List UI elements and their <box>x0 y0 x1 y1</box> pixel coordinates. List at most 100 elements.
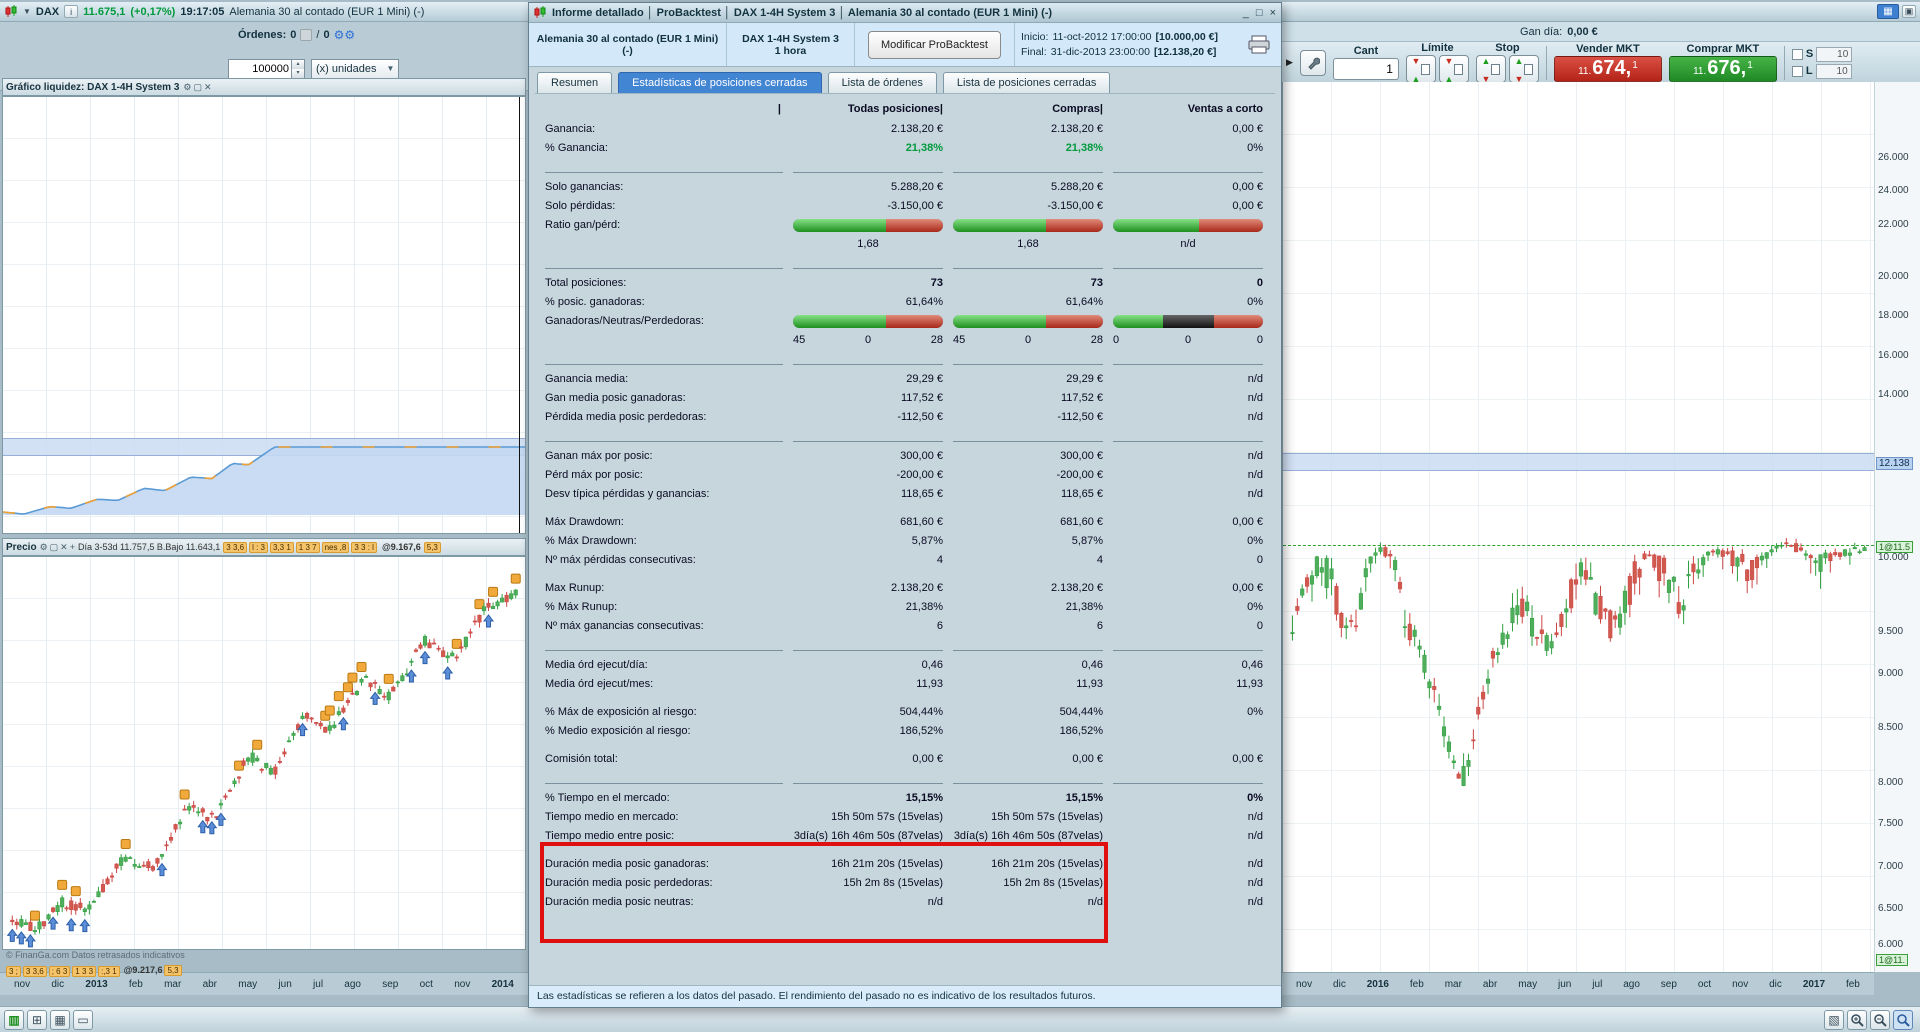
stat-value: 16h 21m 20s (15velas) <box>991 858 1103 870</box>
stat-row: Nº máx pérdidas consecutivas: 4 4 0 <box>545 551 1263 570</box>
tab-estad-sticas-de-posiciones-cerradas[interactable]: Estadísticas de posiciones cerradas <box>618 72 822 93</box>
stat-row: Desv típica pérdidas y ganancias: 118,65 … <box>545 485 1263 504</box>
wrench-icon[interactable]: ⚙ <box>183 82 191 93</box>
table-icon[interactable]: ▦ <box>50 1009 70 1030</box>
spin-arrows[interactable]: ▴ ▾ <box>291 59 304 78</box>
zoom-out-icon[interactable] <box>1870 1009 1890 1030</box>
date-tick: sep <box>1660 978 1677 990</box>
marker-chip: :,3 1 <box>98 966 120 977</box>
orders-row: Órdenes: 0 / 0 ⚙⚙ <box>0 22 528 47</box>
stat-label: Duración media posic neutras: <box>545 896 694 908</box>
orders-icon[interactable] <box>300 28 313 41</box>
buy-market-button[interactable]: 11. 676, 1 <box>1668 56 1777 82</box>
stat-label: Ganadoras/Neutras/Perdedoras: <box>545 315 704 327</box>
limit-buy-order-button[interactable]: ▼ ▲ <box>1405 55 1436 84</box>
date-tick: jun <box>1558 978 1572 990</box>
tab-lista-de-posiciones-cerradas[interactable]: Lista de posiciones cerradas <box>942 72 1111 93</box>
chevron-down-icon: ▼ <box>386 64 395 73</box>
chart-icon[interactable]: ▥ <box>4 1009 24 1030</box>
inicio-label: Inicio: <box>1021 30 1049 43</box>
modify-probacktest-button[interactable]: Modificar ProBacktest <box>868 30 1001 59</box>
sell-market-button[interactable]: 11. 674, 1 <box>1553 56 1662 82</box>
limit-points-input[interactable] <box>1815 63 1852 79</box>
search-icon[interactable] <box>1893 1009 1913 1030</box>
stat-value: 15,15% <box>1065 792 1103 804</box>
stat-row: Media órd ejecut/mes: 11,93 11,93 11,93 <box>545 675 1263 694</box>
stat-row: % Máx de exposición al riesgo: 504,44% 504… <box>545 703 1263 722</box>
close-button[interactable]: × <box>1270 7 1276 19</box>
report-instrument: Alemania 30 al contado (EUR 1 Mini) (-) <box>529 23 727 66</box>
left-candles-svg <box>6 573 521 948</box>
close-icon[interactable]: ✕ <box>204 82 212 93</box>
info-icon[interactable]: i <box>64 5 79 18</box>
stop-sell-order-button[interactable]: ▲ ▼ <box>1508 55 1539 84</box>
order-entry-bar: ▶ Cant Límite ▼▲ ▼▲ Stop ▲▼ ▲▼ <box>1282 42 1920 84</box>
date-tick: may <box>1518 978 1538 990</box>
tab-lista-de-rdenes[interactable]: Lista de órdenes <box>827 72 937 93</box>
wrench-icon[interactable]: ⚙ <box>40 542 48 553</box>
dialog-titlebar[interactable]: Informe detallado │ ProBacktest │ DAX 1-… <box>529 3 1281 23</box>
collapse-arrow-icon[interactable]: ▶ <box>1286 57 1293 68</box>
stat-value: 15,15% <box>905 792 943 804</box>
layers-icon[interactable]: ▧ <box>1824 1009 1844 1030</box>
stat-value: -3.150,00 € <box>887 200 943 212</box>
price-at-chip: 5,3 <box>423 541 441 553</box>
symbol-label[interactable]: DAX <box>36 6 59 18</box>
ohlc-info: Día 3-53d 11.757,5 B.Bajo 11.643,1 <box>77 542 221 552</box>
grid-view-icon[interactable]: ▦ <box>1877 4 1899 19</box>
stat-value: -112,50 € <box>897 411 943 423</box>
equity-curve-chart[interactable] <box>2 96 526 534</box>
stat-row: Duración media posic ganadoras: 16h 21m 2… <box>545 855 1263 874</box>
label-column-header: | <box>777 103 781 115</box>
stat-label: Media órd ejecut/mes: <box>545 678 654 690</box>
final-datetime: 31-dic-2013 23:00:00 <box>1050 45 1150 58</box>
stat-row: Comisión total: 0,00 € 0,00 € 0,00 € <box>545 750 1263 769</box>
price-panel-title: Precio <box>6 541 37 553</box>
minimize-button[interactable]: _ <box>1243 7 1249 19</box>
gear-icon[interactable]: ⚙⚙ <box>334 28 356 42</box>
order-quantity-input[interactable] <box>1332 58 1399 80</box>
tab-resumen[interactable]: Resumen <box>537 72 613 93</box>
limit-checkbox[interactable] <box>1791 65 1803 77</box>
window-icon[interactable]: ▢ <box>50 542 59 553</box>
section-divider <box>545 436 1263 447</box>
printer-icon[interactable] <box>1248 35 1272 55</box>
quantity-input[interactable] <box>229 59 291 78</box>
stat-value: 15h 50m 57s (15velas) <box>991 811 1103 823</box>
order-settings-button[interactable] <box>1299 49 1326 76</box>
stat-value: 73 <box>1090 277 1103 289</box>
stat-section: Ganancia media: 29,29 €29,29 € n/d Gan medi… <box>545 370 1263 427</box>
left-candlestick-chart[interactable] <box>2 556 526 950</box>
stat-value: 0,46 <box>1081 659 1103 671</box>
final-capital: [12.138,20 €] <box>1153 45 1217 58</box>
monitor-icon[interactable]: ▭ <box>73 1009 93 1030</box>
price-panel-header: Precio ⚙ ▢ ✕ + Día 3-53d 11.757,5 B.Bajo… <box>2 538 526 556</box>
foot-at-label: @9.217,6 <box>123 965 163 975</box>
add-icon[interactable]: + <box>70 542 75 553</box>
marker-chip: 1 3 7 <box>295 541 320 553</box>
stat-row: Duración media posic neutras: n/d n/d n/d <box>545 893 1263 912</box>
maximize-button[interactable]: □ <box>1256 7 1263 19</box>
limit-sell-order-button[interactable]: ▼ ▲ <box>1438 55 1469 84</box>
price-axis[interactable]: 26.000 24.000 22.000 20.000 18.000 16.000 14.0… <box>1874 82 1920 972</box>
new-chart-icon[interactable]: ⊞ <box>27 1009 47 1030</box>
inicio-capital: [10.000,00 €] <box>1155 30 1218 43</box>
stop-buy-order-button[interactable]: ▲ ▼ <box>1475 55 1506 84</box>
stop-points-input[interactable] <box>1816 46 1853 62</box>
stat-row: Ganancia media: 29,29 € 29,29 € n/d <box>545 370 1263 389</box>
stat-row: Solo ganancias: 5.288,20 € 5.288,20 € 0,00 … <box>545 178 1263 197</box>
stat-label: Nº máx ganancias consecutivas: <box>545 620 704 632</box>
close-icon[interactable]: ✕ <box>60 542 68 553</box>
stat-label: Comisión total: <box>545 753 618 765</box>
bar-sub-labels: 1,68 <box>857 238 879 250</box>
zoom-in-icon[interactable] <box>1847 1009 1867 1030</box>
units-dropdown[interactable]: (x) unidades ▼ <box>311 58 400 79</box>
buy-mkt-label: Comprar MKT <box>1686 43 1760 55</box>
window-icon[interactable]: ▢ <box>193 82 202 93</box>
stop-checkbox[interactable] <box>1791 48 1803 60</box>
bar-sub-labels: 000 <box>1113 334 1263 346</box>
quantity-stepper[interactable]: ▴▾ <box>228 58 305 79</box>
right-candlestick-chart[interactable] <box>1282 82 1874 972</box>
symbol-dropdown-arrow[interactable]: ▼ <box>23 7 31 16</box>
panel-icon[interactable]: ▣ <box>1902 5 1916 18</box>
